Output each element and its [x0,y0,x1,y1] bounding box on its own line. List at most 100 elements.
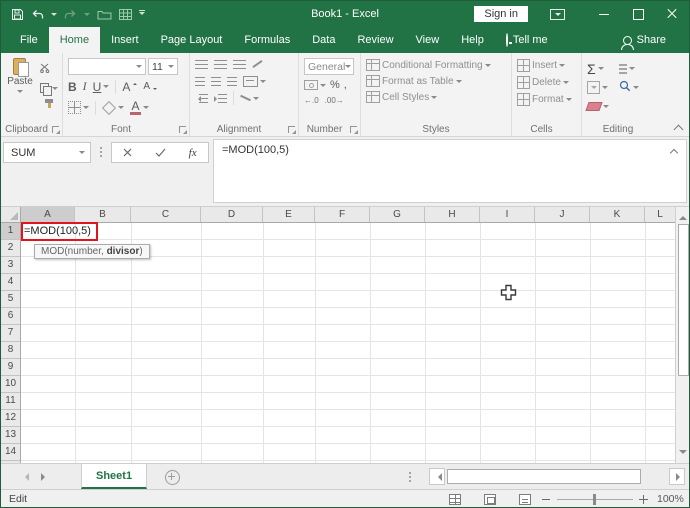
borders-button[interactable] [68,101,89,114]
name-box[interactable]: SUM [3,142,91,163]
select-all-corner[interactable] [1,207,21,223]
scroll-down-icon[interactable] [679,450,687,458]
bold-button[interactable]: B [68,80,77,94]
find-select-button[interactable] [619,79,639,97]
paste-button[interactable]: Paste [6,58,34,120]
collapse-formula-bar-icon[interactable] [671,148,678,155]
zoom-in-icon[interactable] [639,495,648,504]
insert-cells-button[interactable]: Insert [517,59,572,72]
orientation-icon[interactable] [252,60,263,68]
vertical-scrollbar-thumb[interactable] [678,224,689,376]
align-center-icon[interactable] [211,76,221,86]
font-size-combo[interactable]: 11 [148,58,178,75]
cancel-entry-icon[interactable] [123,144,132,162]
scroll-left-icon[interactable] [429,468,445,485]
scroll-right-icon[interactable] [669,468,685,485]
formula-bar-splitter-icon[interactable] [100,147,102,149]
row-header-11[interactable]: 11 [1,393,20,410]
column-header-c[interactable]: C [131,207,201,222]
cut-icon[interactable] [40,60,58,78]
row-header-6[interactable]: 6 [1,308,20,325]
formula-input[interactable]: =MOD(100,5) [213,139,687,203]
close-button[interactable] [655,1,689,27]
autosum-button[interactable]: Σ [587,62,609,76]
align-right-icon[interactable] [227,76,237,86]
number-format-combo[interactable]: General [304,58,354,75]
merge-center-button[interactable] [243,75,266,87]
row-header-3[interactable]: 3 [1,257,20,274]
horizontal-scrollbar-thumb[interactable] [447,469,641,484]
row-header-2[interactable]: 2 [1,240,20,257]
fill-button[interactable] [587,81,609,94]
minimize-button[interactable] [587,1,621,27]
decrease-indent-icon[interactable] [195,93,208,103]
row-header-9[interactable]: 9 [1,359,20,376]
grow-font-button[interactable]: A [122,80,138,94]
wrap-text-button[interactable] [240,94,259,103]
sign-in-button[interactable]: Sign in [474,6,528,22]
tab-view[interactable]: View [405,27,451,53]
row-header-7[interactable]: 7 [1,325,20,342]
zoom-level[interactable]: 100% [657,493,684,505]
column-header-g[interactable]: G [370,207,425,222]
normal-view-icon[interactable] [449,494,461,505]
percent-style-button[interactable]: % [330,79,340,91]
tab-home[interactable]: Home [48,27,101,53]
row-header-1[interactable]: 1 [1,223,20,240]
ribbon-display-options-icon[interactable] [550,8,565,20]
tab-tell-me[interactable]: Tell me [495,27,559,53]
format-as-table-button[interactable]: Format as Table [366,75,491,87]
confirm-entry-icon[interactable] [155,144,166,162]
next-sheet-icon[interactable] [41,473,49,481]
row-header-12[interactable]: 12 [1,410,20,427]
column-header-a[interactable]: A [21,207,75,222]
copy-button[interactable] [40,83,58,96]
format-painter-icon[interactable] [40,99,58,108]
zoom-out-icon[interactable] [542,499,550,500]
font-dialog-launcher-icon[interactable] [179,126,187,134]
column-header-l[interactable]: L [645,207,675,222]
insert-function-icon[interactable]: fx [189,147,197,159]
previous-sheet-icon[interactable] [21,473,29,481]
fill-color-button[interactable] [101,100,124,115]
tab-bar-splitter-icon[interactable] [409,472,411,474]
font-name-combo[interactable] [68,58,146,75]
underline-button[interactable]: U [93,80,110,94]
column-header-i[interactable]: I [480,207,535,222]
column-header-d[interactable]: D [201,207,263,222]
tab-insert[interactable]: Insert [100,27,150,53]
align-top-icon[interactable] [195,59,208,69]
tab-file[interactable]: File [9,27,49,53]
page-layout-view-icon[interactable] [484,494,496,505]
sheet-tab-sheet1[interactable]: Sheet1 [81,464,148,489]
new-sheet-icon[interactable] [165,470,180,485]
row-header-4[interactable]: 4 [1,274,20,291]
align-bottom-icon[interactable] [233,59,246,69]
column-header-e[interactable]: E [263,207,315,222]
clipboard-dialog-launcher-icon[interactable] [52,126,60,134]
row-header-8[interactable]: 8 [1,342,20,359]
accounting-format-button[interactable] [304,80,326,90]
row-header-14[interactable]: 14 [1,444,20,461]
column-header-h[interactable]: H [425,207,480,222]
tab-page-layout[interactable]: Page Layout [150,27,234,53]
tab-data[interactable]: Data [301,27,346,53]
worksheet-grid[interactable]: =MOD(100,5) MOD(number, divisor) [21,222,675,463]
row-header-13[interactable]: 13 [1,427,20,444]
clear-button[interactable] [585,102,609,111]
shrink-font-button[interactable]: A [143,81,158,92]
increase-decimal-button[interactable]: ←.0 [304,96,319,105]
share-button[interactable]: Share [612,27,677,53]
column-header-b[interactable]: B [75,207,131,222]
tab-formulas[interactable]: Formulas [233,27,301,53]
vertical-scrollbar[interactable] [675,207,689,463]
font-color-button[interactable]: A [130,100,149,115]
page-break-view-icon[interactable] [519,494,531,505]
row-header-10[interactable]: 10 [1,376,20,393]
cell-styles-button[interactable]: Cell Styles [366,91,491,103]
tab-review[interactable]: Review [346,27,404,53]
zoom-slider-thumb[interactable] [593,494,596,505]
column-header-k[interactable]: K [590,207,645,222]
comma-style-button[interactable]: , [344,79,347,91]
delete-cells-button[interactable]: Delete [517,76,572,89]
